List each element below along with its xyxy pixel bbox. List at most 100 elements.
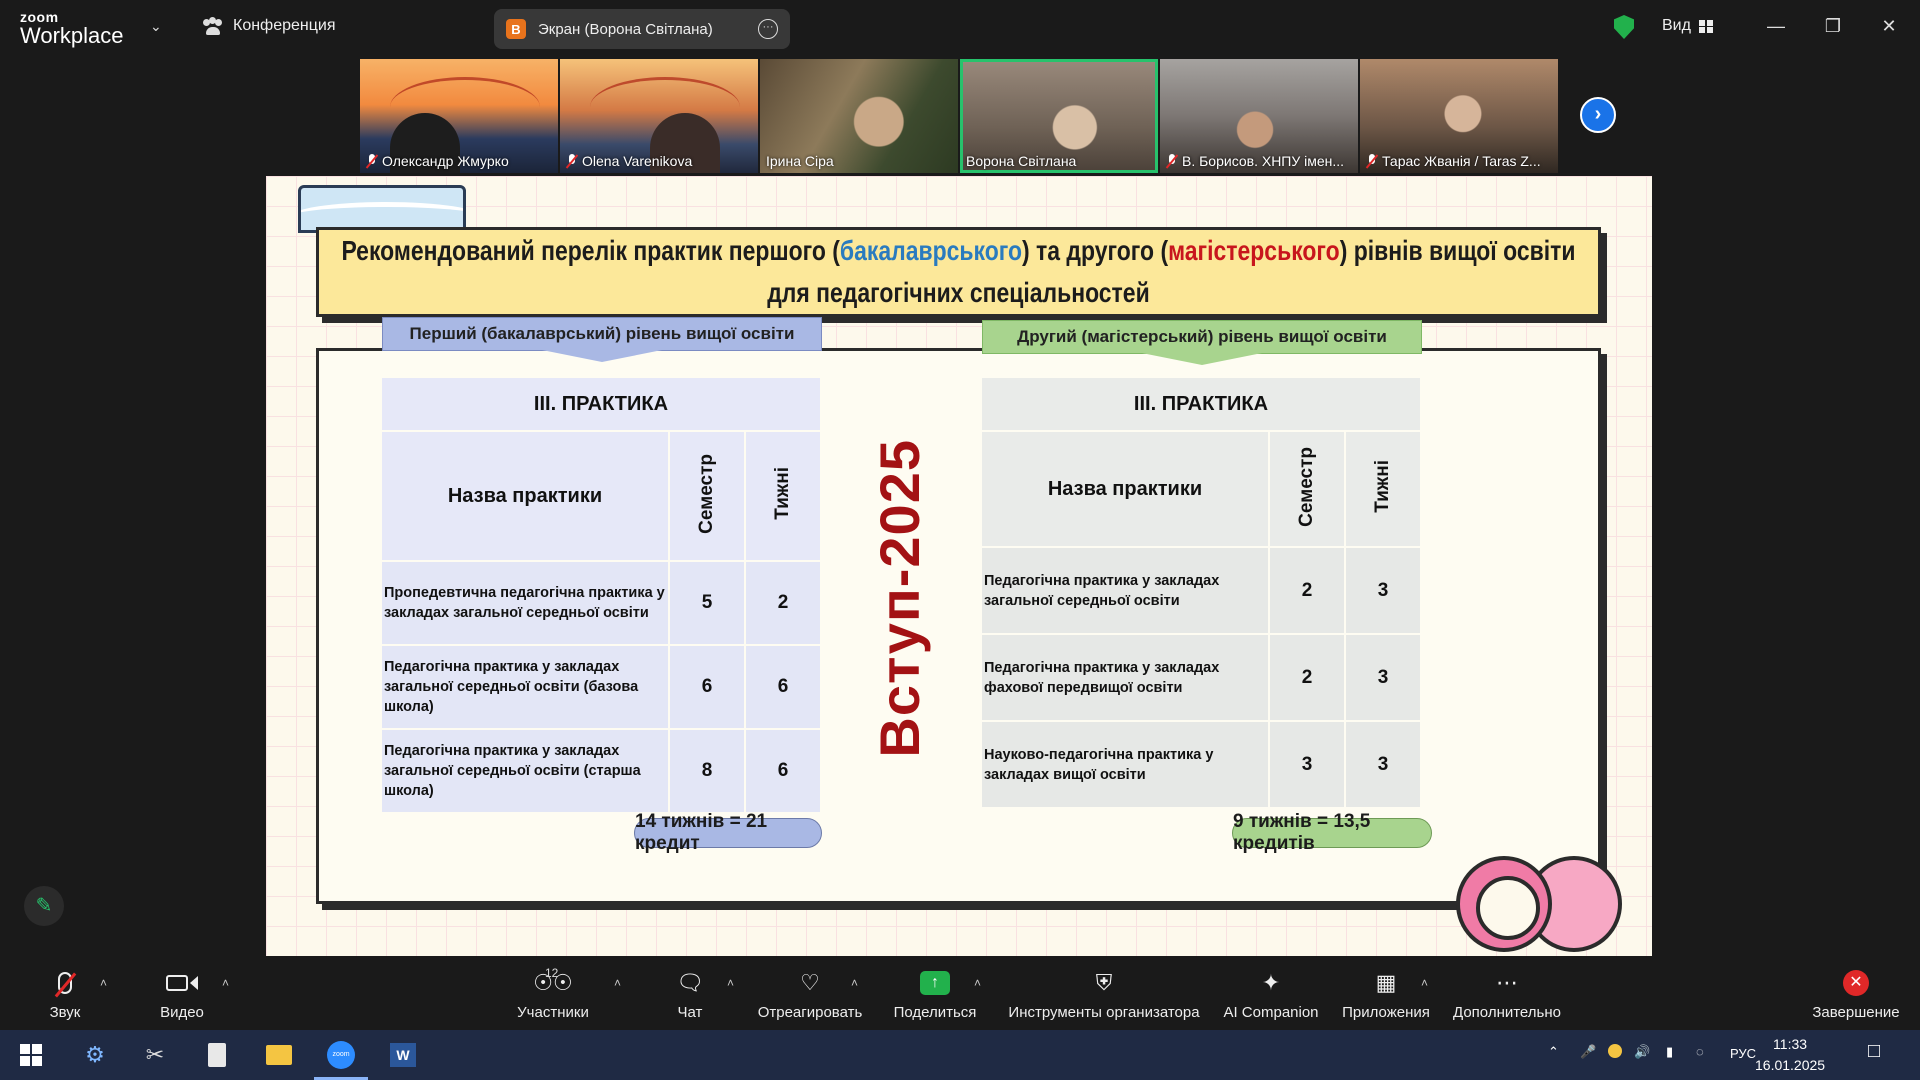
host-tools-label: Инструменты организатора (1008, 1004, 1200, 1021)
slide-title: Рекомендований перелік практик першого (… (341, 235, 1576, 308)
apps-options-caret-icon[interactable]: ˄ (1421, 976, 1428, 990)
participant-tile-active-speaker[interactable]: Ворона Світлана (960, 59, 1158, 173)
shared-slide: Рекомендований перелік практик першого (… (266, 176, 1652, 956)
table-row: Педагогічна практика у закладах загально… (980, 546, 1422, 635)
ai-companion-button[interactable]: ✦ AI Companion (1222, 968, 1320, 1021)
table-section-title: ІІІ. ПРАКТИКА (980, 376, 1422, 432)
apps-icon: ▦ (1375, 970, 1397, 995)
participants-label: Участники (517, 1004, 589, 1021)
practice-name: Науково-педагогічна практика у закладах … (980, 720, 1270, 809)
participant-tile[interactable]: Ірина Сіра (760, 59, 958, 173)
host-shield-icon: ⛨ (1095, 970, 1113, 995)
chat-button[interactable]: 🗨 Чат (670, 968, 710, 1021)
word-app-icon[interactable]: W (386, 1038, 420, 1072)
column-header-name: Назва практики (980, 430, 1270, 548)
battery-icon[interactable]: ▮ (1666, 1044, 1673, 1060)
participant-name: Олександр Жмурко (366, 153, 509, 169)
react-label: Отреагировать (757, 1004, 863, 1021)
chat-label: Чат (677, 1004, 703, 1021)
view-label: Вид (1662, 17, 1691, 34)
annotate-pencil-icon[interactable]: ✎ (24, 886, 64, 926)
video-options-caret-icon[interactable]: ˄ (222, 976, 229, 990)
close-icon[interactable]: ✕ (1877, 14, 1901, 38)
minimize-icon[interactable]: — (1764, 14, 1788, 38)
more-button[interactable]: ⋯ Дополнительно (1452, 968, 1562, 1021)
calculator-icon[interactable] (200, 1038, 234, 1072)
bachelor-credit-total: 14 тижнів = 21 кредит (634, 811, 822, 854)
file-explorer-icon[interactable] (262, 1038, 296, 1072)
mic-muted-icon (1366, 154, 1378, 168)
conference-label: Конференция (233, 17, 336, 34)
conference-menu[interactable]: Конференция (203, 17, 336, 35)
participants-options-caret-icon[interactable]: ˄ (614, 976, 621, 990)
screen-share-pill[interactable]: В Экран (Ворона Світлана) ··· (494, 9, 790, 49)
participants-button[interactable]: ☉☉ 12 Участники (512, 966, 594, 1021)
video-button[interactable]: Видео (155, 968, 209, 1021)
slide-title-box: Рекомендований перелік практик першого (… (316, 227, 1601, 317)
audio-button[interactable]: Звук (40, 968, 90, 1021)
host-tools-button[interactable]: ⛨ Инструменты организатора (1005, 968, 1203, 1021)
audio-options-caret-icon[interactable]: ˄ (100, 976, 107, 990)
practice-semester: 3 (1268, 720, 1346, 809)
zoom-logo: zoom Workplace (20, 10, 124, 47)
share-button[interactable]: ↑ Поделиться (892, 968, 978, 1021)
column-header-name: Назва практики (380, 430, 670, 562)
ai-companion-label: AI Companion (1223, 1004, 1319, 1021)
share-label: Поделиться (893, 1004, 977, 1021)
tray-overflow-chevron-icon[interactable]: ⌃ (1548, 1044, 1559, 1060)
restore-icon[interactable]: ❐ (1821, 14, 1845, 38)
system-clock[interactable]: 11:33 16.01.2025 (1755, 1034, 1825, 1076)
share-options-caret-icon[interactable]: ˄ (974, 976, 981, 990)
practice-name: Педагогічна практика у закладах фахової … (980, 633, 1270, 722)
zoom-app-icon[interactable]: zoom (314, 1038, 368, 1080)
mic-muted-icon (366, 154, 378, 168)
participants-icon: ☉☉ 12 (533, 966, 573, 995)
participant-tile[interactable]: Тарас Жванія / Taras Z... (1360, 59, 1558, 173)
more-icon[interactable]: ··· (758, 19, 778, 39)
practice-weeks: 3 (1344, 633, 1422, 722)
practice-weeks: 3 (1344, 546, 1422, 635)
practice-weeks: 3 (1344, 720, 1422, 809)
notifications-icon[interactable]: □ (1868, 1040, 1880, 1063)
mic-muted-icon (40, 968, 90, 998)
practice-semester: 8 (668, 728, 746, 814)
volume-icon[interactable]: 🔊 (1634, 1044, 1650, 1060)
react-options-caret-icon[interactable]: ˄ (851, 976, 858, 990)
language-indicator[interactable]: РУС (1730, 1046, 1756, 1061)
chevron-down-icon[interactable]: ⌄ (150, 18, 162, 35)
participant-strip: Олександр Жмурко Olena Varenikova Ірина … (360, 59, 1558, 173)
master-practice-table: ІІІ. ПРАКТИКА Назва практики Семестр Тиж… (980, 376, 1422, 809)
next-page-chevron-icon[interactable]: › (1580, 97, 1616, 133)
react-button[interactable]: ♡ Отреагировать (757, 968, 863, 1021)
participant-name: Ворона Світлана (966, 153, 1077, 169)
participant-tile[interactable]: Olena Varenikova (560, 59, 758, 173)
participant-name: Ірина Сіра (766, 153, 834, 169)
mic-muted-icon (1166, 154, 1178, 168)
table-row: Педагогічна практика у закладах загально… (380, 644, 822, 730)
practice-weeks: 6 (744, 728, 822, 814)
snipping-tool-icon[interactable]: ✂ (138, 1038, 172, 1072)
participant-name: Olena Varenikova (566, 153, 692, 169)
end-close-icon: ✕ (1812, 968, 1900, 998)
apps-button[interactable]: ▦ Приложения (1340, 968, 1432, 1021)
vpn-status-icon[interactable] (1608, 1044, 1622, 1061)
participant-tile[interactable]: В. Борисов. ХНПУ імен... (1160, 59, 1358, 173)
view-button[interactable]: Вид (1662, 17, 1713, 35)
camera-icon (155, 968, 209, 998)
microphone-icon[interactable]: 🎤 (1580, 1044, 1596, 1060)
logo-top: zoom (20, 9, 59, 25)
end-meeting-button[interactable]: ✕ Завершение (1812, 968, 1900, 1021)
practice-weeks: 2 (744, 560, 822, 646)
settings-app-icon[interactable]: ⚙ (78, 1038, 112, 1072)
meeting-toolbar: Звук ˄ Видео ˄ ☉☉ 12 Участники ˄ 🗨 Чат ˄ … (0, 958, 1920, 1030)
video-label: Видео (160, 1004, 204, 1021)
wifi-icon[interactable]: ◌ (1696, 1044, 1704, 1059)
chat-options-caret-icon[interactable]: ˄ (727, 976, 734, 990)
security-shield-icon[interactable] (1614, 15, 1634, 39)
bachelor-level-tab: Перший (бакалаврський) рівень вищої осві… (382, 317, 822, 351)
start-button[interactable] (14, 1038, 48, 1072)
clock-date: 16.01.2025 (1755, 1057, 1826, 1073)
participant-tile[interactable]: Олександр Жмурко (360, 59, 558, 173)
sharer-avatar: В (506, 19, 526, 39)
column-header-semester: Семестр (668, 430, 746, 562)
